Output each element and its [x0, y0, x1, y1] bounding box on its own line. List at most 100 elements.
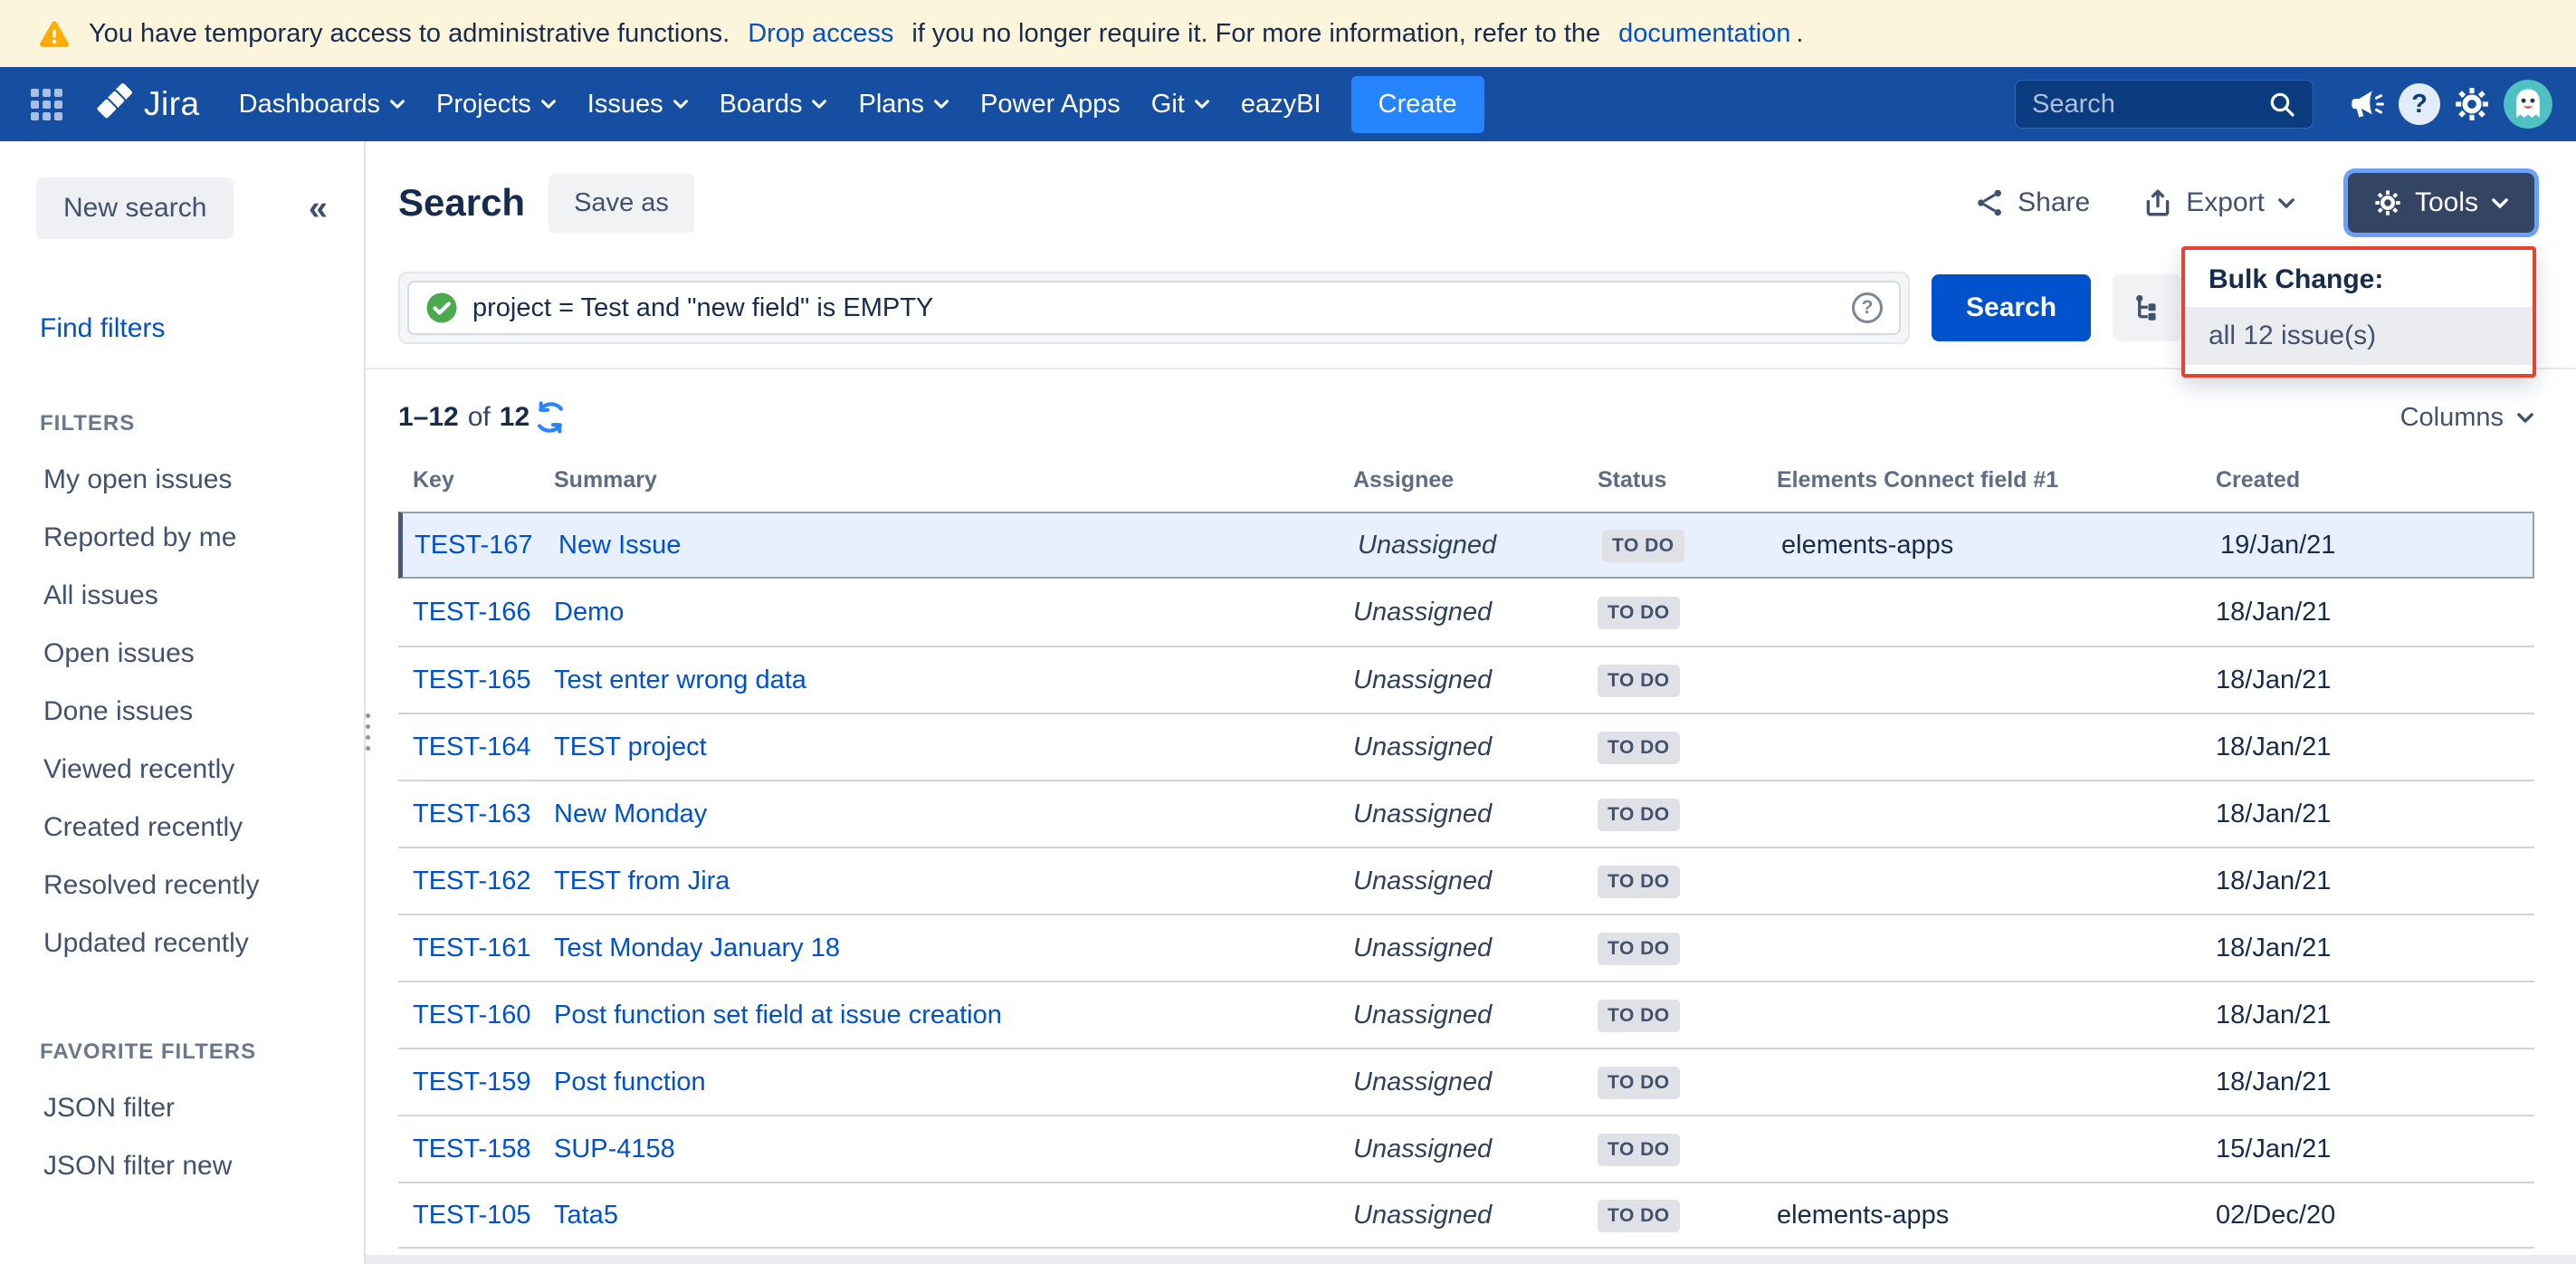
share-button[interactable]: Share: [1974, 187, 2090, 218]
jql-help-icon[interactable]: ?: [1852, 292, 1883, 323]
sidebar-item-json-filter[interactable]: JSON filter: [0, 1079, 364, 1137]
issue-summary-link[interactable]: TEST from Jira: [554, 867, 1353, 896]
table-row[interactable]: TEST-159 Post function Unassigned TO DO …: [398, 1048, 2534, 1115]
user-avatar[interactable]: [2504, 80, 2552, 129]
status-badge: TO DO: [1598, 1134, 1680, 1166]
assignee-value: Unassigned: [1358, 531, 1602, 560]
nav-power-apps[interactable]: Power Apps: [965, 67, 1136, 141]
refresh-icon[interactable]: [533, 400, 568, 435]
column-header-assignee[interactable]: Assignee: [1353, 467, 1598, 493]
sidebar-item-all-issues[interactable]: All issues: [0, 567, 364, 625]
issue-summary-link[interactable]: Post function set field at issue creatio…: [554, 1001, 1353, 1030]
nav-dashboards[interactable]: Dashboards: [224, 67, 421, 141]
feedback-megaphone-icon[interactable]: [2341, 78, 2393, 130]
bulk-change-all-issues-option[interactable]: all 12 issue(s): [2185, 307, 2533, 365]
issue-key-link[interactable]: TEST-163: [398, 800, 554, 829]
issue-key-link[interactable]: TEST-165: [398, 666, 554, 695]
assignee-value: Unassigned: [1353, 733, 1598, 762]
settings-gear-icon[interactable]: [2446, 78, 2498, 130]
issue-key-link[interactable]: TEST-159: [398, 1068, 554, 1097]
issue-key-link[interactable]: TEST-160: [398, 1001, 554, 1030]
sidebar-item-updated-recently[interactable]: Updated recently: [0, 914, 364, 972]
issue-summary-link[interactable]: Tata5: [554, 1201, 1353, 1230]
table-row[interactable]: TEST-158 SUP-4158 Unassigned TO DO 15/Ja…: [398, 1115, 2534, 1182]
column-header-key[interactable]: Key: [398, 467, 554, 493]
column-header-status[interactable]: Status: [1598, 467, 1777, 493]
issue-key-link[interactable]: TEST-167: [403, 531, 558, 560]
app-switcher-icon[interactable]: [31, 89, 62, 120]
export-button[interactable]: Export: [2142, 187, 2295, 218]
table-row[interactable]: TEST-166 Demo Unassigned TO DO 18/Jan/21: [398, 579, 2534, 646]
status-badge: TO DO: [1602, 530, 1684, 562]
nav-git[interactable]: Git: [1136, 67, 1226, 141]
issue-summary-link[interactable]: Demo: [554, 598, 1353, 627]
issue-key-link[interactable]: TEST-158: [398, 1135, 554, 1164]
sidebar-item-reported-by-me[interactable]: Reported by me: [0, 509, 364, 567]
issue-summary-link[interactable]: TEST project: [554, 733, 1353, 762]
issue-key-link[interactable]: TEST-164: [398, 733, 554, 762]
issue-summary-link[interactable]: SUP-4158: [554, 1135, 1353, 1164]
issue-summary-link[interactable]: Test enter wrong data: [554, 666, 1353, 695]
table-row[interactable]: TEST-165 Test enter wrong data Unassigne…: [398, 646, 2534, 713]
issue-summary-link[interactable]: Post function: [554, 1068, 1353, 1097]
created-value: 18/Jan/21: [2216, 800, 2534, 829]
save-as-button[interactable]: Save as: [549, 174, 694, 233]
column-header-summary[interactable]: Summary: [554, 467, 1353, 493]
status-badge: TO DO: [1598, 732, 1680, 764]
find-filters-link[interactable]: Find filters: [40, 313, 364, 344]
sidebar-item-my-open-issues[interactable]: My open issues: [0, 451, 364, 509]
sidebar-item-done-issues[interactable]: Done issues: [0, 683, 364, 741]
search-icon: [2267, 90, 2296, 119]
drop-access-link[interactable]: Drop access: [748, 19, 893, 49]
table-row[interactable]: TEST-161 Test Monday January 18 Unassign…: [398, 914, 2534, 981]
documentation-link[interactable]: documentation: [1618, 19, 1790, 49]
admin-access-banner: You have temporary access to administrat…: [0, 0, 2576, 67]
sidebar-item-json-filter-new[interactable]: JSON filter new: [0, 1137, 364, 1195]
table-row[interactable]: TEST-160 Post function set field at issu…: [398, 981, 2534, 1048]
jira-logo[interactable]: Jira: [95, 83, 200, 125]
issue-summary-link[interactable]: New Issue: [558, 531, 1358, 560]
issue-key-link[interactable]: TEST-166: [398, 598, 554, 627]
table-row[interactable]: TEST-167 New Issue Unassigned TO DO elem…: [398, 512, 2534, 579]
search-button[interactable]: Search: [1932, 274, 2091, 341]
filters-heading: FILTERS: [40, 411, 364, 436]
column-header-elements-connect[interactable]: Elements Connect field #1: [1777, 467, 2216, 493]
jql-valid-icon: [425, 292, 458, 324]
table-row[interactable]: TEST-164 TEST project Unassigned TO DO 1…: [398, 713, 2534, 780]
nav-search-input[interactable]: Search: [2015, 80, 2314, 129]
table-row[interactable]: TEST-163 New Monday Unassigned TO DO 18/…: [398, 780, 2534, 847]
new-search-button[interactable]: New search: [36, 177, 234, 239]
query-mode-toggle-button[interactable]: [2113, 274, 2181, 341]
issue-key-link[interactable]: TEST-162: [398, 867, 554, 896]
horizontal-scrollbar[interactable]: [366, 1255, 2576, 1264]
sidebar-item-created-recently[interactable]: Created recently: [0, 799, 364, 857]
help-icon[interactable]: ?: [2393, 78, 2446, 130]
filters-sidebar: New search « Find filters FILTERS My ope…: [0, 141, 366, 1264]
chevron-down-icon: [1194, 99, 1210, 110]
table-row[interactable]: TEST-162 TEST from Jira Unassigned TO DO…: [398, 847, 2534, 914]
create-button[interactable]: Create: [1351, 76, 1484, 133]
jira-logo-icon: [95, 83, 137, 125]
nav-eazybi[interactable]: eazyBI: [1226, 67, 1337, 141]
chevron-down-icon: [540, 99, 557, 110]
nav-issues[interactable]: Issues: [572, 67, 704, 141]
issue-key-link[interactable]: TEST-161: [398, 934, 554, 963]
jql-editor: project = Test and "new field" is EMPTY …: [398, 272, 1910, 344]
nav-plans[interactable]: Plans: [843, 67, 965, 141]
issue-summary-link[interactable]: New Monday: [554, 800, 1353, 829]
issue-key-link[interactable]: TEST-105: [398, 1201, 554, 1230]
tools-button[interactable]: Tools: [2348, 173, 2534, 233]
sidebar-item-open-issues[interactable]: Open issues: [0, 625, 364, 683]
sidebar-item-viewed-recently[interactable]: Viewed recently: [0, 741, 364, 799]
collapse-sidebar-icon[interactable]: «: [309, 191, 328, 225]
chevron-down-icon: [2491, 197, 2509, 209]
issue-summary-link[interactable]: Test Monday January 18: [554, 934, 1353, 963]
columns-button[interactable]: Columns: [2400, 403, 2534, 433]
jql-input[interactable]: project = Test and "new field" is EMPTY …: [407, 281, 1901, 335]
column-header-created[interactable]: Created: [2216, 467, 2534, 493]
nav-boards[interactable]: Boards: [704, 67, 844, 141]
table-row[interactable]: TEST-105 Tata5 Unassigned TO DO elements…: [398, 1182, 2534, 1249]
banner-text-middle: if you no longer require it. For more in…: [911, 19, 1600, 49]
sidebar-item-resolved-recently[interactable]: Resolved recently: [0, 857, 364, 914]
nav-projects[interactable]: Projects: [421, 67, 572, 141]
